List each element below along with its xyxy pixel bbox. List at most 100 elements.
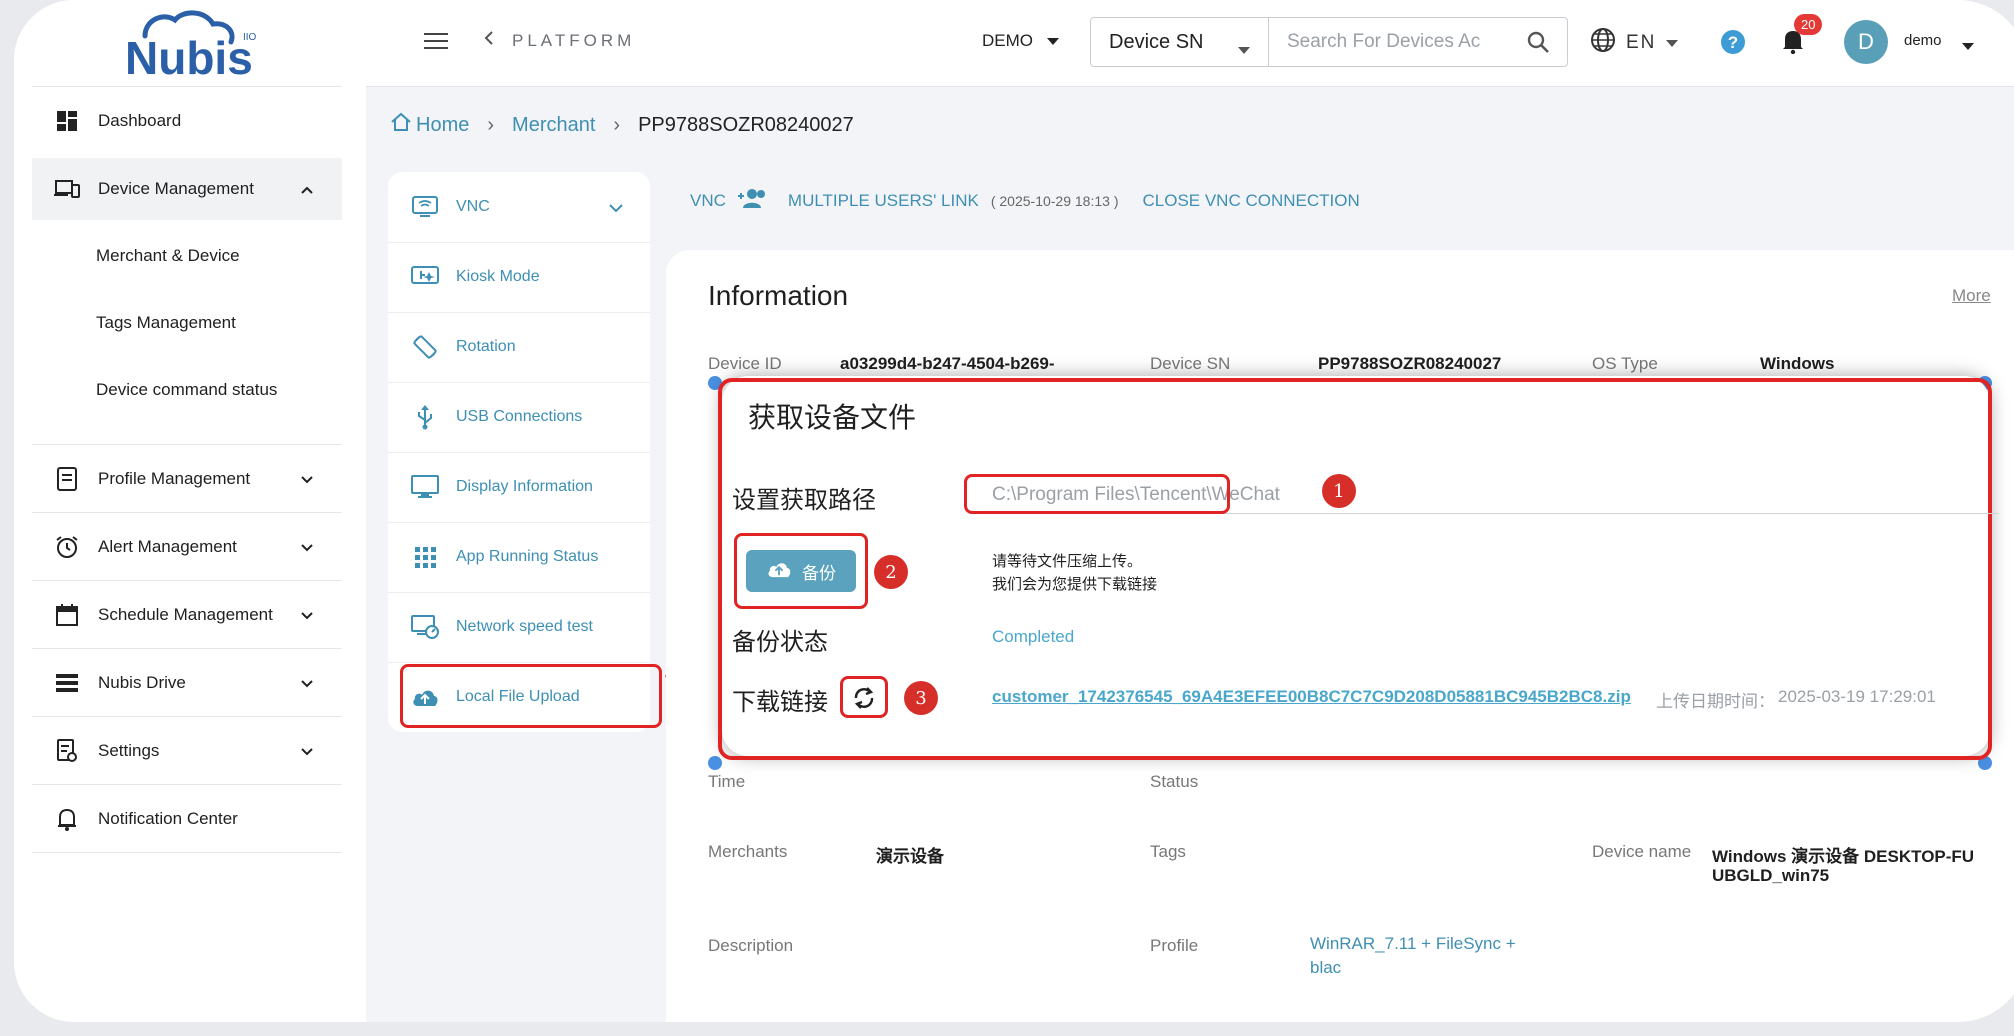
description-label: Description [708,936,794,955]
device-menu-label: VNC [456,198,490,215]
sidebar-item-profile-management[interactable]: Profile Management [32,448,342,510]
device-menu-rotation[interactable]: Rotation [388,312,650,382]
breadcrumb-home[interactable]: Home [416,114,469,137]
profile-value-line2[interactable]: blac [1310,956,1341,980]
search-placeholder: Search For Devices Ac [1287,31,1481,52]
breadcrumb-merchant[interactable]: Merchant [512,114,595,137]
app-window: Nubis IIO Dashboard Device Management Me… [14,0,2014,1022]
notification-count-badge: 20 [1794,14,1823,35]
menu-icon[interactable] [424,32,448,55]
device-menu-label: USB Connections [456,408,583,425]
device-menu-kiosk-mode[interactable]: Kiosk Mode [388,242,650,312]
language-value: EN [1626,32,1657,53]
bell-icon [54,806,80,832]
cloud-upload-icon [766,560,792,583]
search-icon[interactable] [1527,31,1549,59]
upload-datetime-label: 上传日期时间： [1656,692,1775,711]
caret-down-icon[interactable] [1962,38,1974,56]
os-type-label: OS Type [1592,354,1658,373]
time-label: Time [708,772,746,791]
device-name-value-line1: Windows 演示设备 DESKTOP-FU [1712,847,1975,866]
backup-status-label: 备份状态 [732,629,828,656]
sidebar-item-label: Schedule Management [98,605,273,624]
sidebar-item-notification-center[interactable]: Notification Center [32,788,342,850]
avatar[interactable]: D [1844,20,1888,64]
sidebar-item-settings[interactable]: Settings [32,720,342,782]
device-menu-network-speed-test[interactable]: Network speed test [388,592,650,662]
close-vnc-button[interactable]: CLOSE VNC CONNECTION [1142,191,1359,211]
device-menu-label: Display Information [456,478,593,495]
multiple-users-link[interactable]: MULTIPLE USERS' LINK [788,191,979,211]
merchants-label: Merchants [708,842,788,861]
sidebar-subitem-tags-management[interactable]: Tags Management [96,313,236,333]
svg-text:?: ? [1728,33,1738,52]
device-menu-app-running-status[interactable]: App Running Status [388,522,650,592]
chevron-down-icon [300,606,314,626]
demo-select-value: DEMO [982,31,1033,50]
highlight-local-file-upload [400,664,662,728]
backup-hint: 请等待文件压缩上传。 我们会为您提供下载链接 [992,550,1157,596]
platform-nav[interactable]: PLATFORM [484,30,635,51]
platform-label: PLATFORM [512,30,636,50]
device-menu-vnc[interactable]: VNC [388,172,650,242]
language-select[interactable]: EN [1590,27,1679,59]
globe-icon [1590,27,1616,59]
upload-datetime-value: 2025-03-19 17:29:01 [1778,687,1936,706]
sidebar-item-alert-management[interactable]: Alert Management [32,516,342,578]
backup-status-value: Completed [992,627,1075,646]
profile-label: Profile [1150,936,1199,955]
profile-value-line1[interactable]: WinRAR_7.11 + FileSync + [1310,932,1516,956]
backup-button[interactable]: 备份 [746,550,856,592]
search-input[interactable]: Search For Devices Ac [1269,18,1567,66]
devices-icon [54,176,80,202]
refresh-icon[interactable] [852,686,876,715]
sidebar-item-label: Device Management [98,179,254,198]
apps-grid-icon [410,546,440,568]
demo-select[interactable]: DEMO [982,31,1059,51]
dialog-title: 获取设备文件 [748,402,917,433]
settings-icon [54,738,80,764]
device-sn-label: Device SN [1150,354,1231,373]
help-icon[interactable]: ? [1720,29,1746,60]
sidebar-item-device-management[interactable]: Device Management [32,158,342,220]
vnc-bar: VNC MULTIPLE USERS' LINK ( 2025-10-29 18… [690,188,1360,213]
calendar-icon [54,602,80,628]
information-title: Information [708,280,849,311]
group-add-icon[interactable] [736,188,766,213]
caret-down-icon [1238,38,1250,61]
sidebar-item-nubis-drive[interactable]: Nubis Drive [32,652,342,714]
search-type-select[interactable]: Device SN [1091,18,1269,66]
resize-handle[interactable] [708,756,722,770]
chevron-down-icon [300,470,314,490]
download-link[interactable]: customer_1742376545_69A4E3EFEE00B8C7C7C9… [992,687,1631,707]
monitor-icon [410,475,440,499]
sidebar-item-dashboard[interactable]: Dashboard [32,90,342,152]
nubis-logo-icon: Nubis IIO [125,10,257,80]
sidebar-item-schedule-management[interactable]: Schedule Management [32,584,342,646]
device-menu-label: Kiosk Mode [456,268,540,285]
vnc-date: ( 2025-10-29 18:13 ) [990,192,1119,209]
sidebar-subitem-merchant-device[interactable]: Merchant & Device [96,246,240,266]
device-menu-display-information[interactable]: Display Information [388,452,650,522]
profile-icon [54,466,80,492]
usb-icon [410,404,440,430]
status-label: Status [1150,772,1199,791]
logo[interactable]: Nubis IIO [14,0,366,86]
chevron-down-icon [300,674,314,694]
device-menu-usb-connections[interactable]: USB Connections [388,382,650,452]
step-marker-1: 1 [1322,474,1356,508]
chevron-left-icon[interactable] [484,30,494,51]
vnc-link[interactable]: VNC [690,191,726,211]
download-link-label: 下载链接 [732,689,828,716]
chevron-up-icon [300,180,314,200]
home-icon[interactable] [390,112,412,138]
sidebar-subitem-device-command-status[interactable]: Device command status [96,380,277,400]
path-label: 设置获取路径 [732,487,876,514]
hint-line2: 我们会为您提供下载链接 [992,576,1158,593]
more-link[interactable]: More [1952,286,1991,306]
user-name[interactable]: demo [1904,32,1942,49]
logo-sup: IIO [243,32,257,43]
device-search: Device SN Search For Devices Ac [1090,17,1568,67]
device-id-value: a03299d4-b247-4504-b269- [840,354,1055,373]
highlight-path-input [964,474,1230,514]
